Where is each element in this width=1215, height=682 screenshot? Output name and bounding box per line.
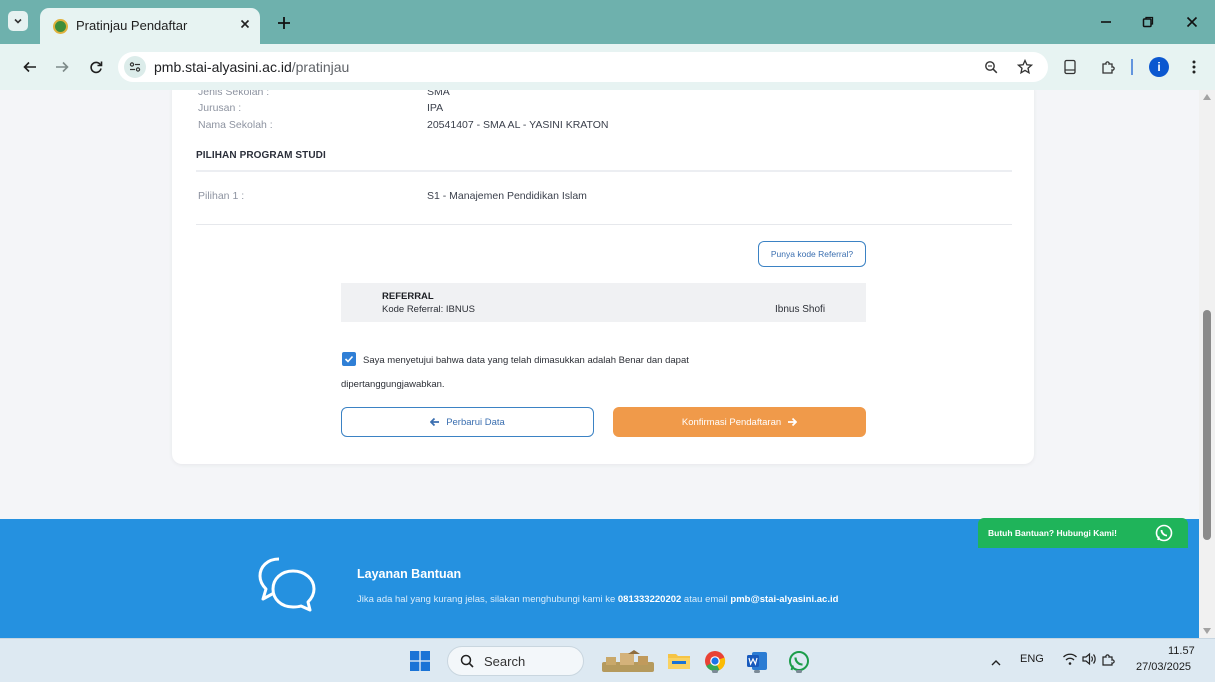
url-path: /pratinjau: [291, 59, 350, 75]
update-data-label: Perbarui Data: [446, 416, 505, 428]
site-info-tune-icon[interactable]: [124, 56, 146, 78]
school-type-label: Jenis Sekolah :: [198, 90, 270, 98]
volume-icon[interactable]: [1081, 651, 1097, 672]
scroll-up-arrow-icon[interactable]: [1203, 94, 1211, 100]
close-window-icon[interactable]: [1180, 12, 1204, 32]
new-tab-plus-icon[interactable]: [274, 13, 294, 33]
checkmark-icon: [344, 355, 354, 363]
help-text-middle: atau email: [681, 594, 731, 605]
confirm-registration-label: Konfirmasi Pendaftaran: [681, 416, 782, 428]
tab-close-icon[interactable]: [236, 15, 254, 33]
word-app-icon[interactable]: [742, 646, 772, 676]
windows-taskbar: Search ENG 11.57 27/03/2025: [0, 638, 1215, 682]
help-text: Jika ada hal yang kurang jelas, silakan …: [357, 594, 838, 605]
language-indicator[interactable]: ENG: [1020, 653, 1044, 665]
browser-toolbar: pmb.stai-alyasini.ac.id/pratinjau i: [0, 44, 1215, 90]
arrow-left-icon: [430, 417, 440, 427]
toolbar-divider: [1131, 59, 1133, 75]
zoom-magnifier-icon[interactable]: [982, 58, 1000, 76]
forward-arrow-icon[interactable]: [52, 57, 72, 77]
school-type-value: SMA: [427, 90, 450, 98]
whatsapp-help-widget[interactable]: Butuh Bantuan? Hubungi Kami!: [978, 518, 1188, 548]
file-explorer-icon[interactable]: [664, 646, 694, 676]
url-host: pmb.stai-alyasini.ac.id: [154, 59, 292, 75]
page-viewport: Jenis Sekolah : SMA Jurusan : IPA Nama S…: [0, 90, 1199, 638]
program-section-title: PILIHAN PROGRAM STUDI: [196, 150, 326, 161]
browser-tab-strip: Pratinjau Pendaftar: [0, 0, 1215, 44]
reading-mode-icon[interactable]: [1060, 57, 1080, 77]
arrow-right-icon: [788, 417, 798, 427]
tab-search-chevron-icon[interactable]: [8, 11, 28, 31]
referral-code-button[interactable]: Punya kode Referral?: [758, 241, 866, 267]
extensions-puzzle-icon[interactable]: [1098, 57, 1118, 77]
agreement-checkbox[interactable]: [342, 352, 356, 366]
help-title: Layanan Bantuan: [357, 567, 462, 581]
profile-avatar[interactable]: i: [1149, 57, 1169, 77]
more-menu-kebab-icon[interactable]: [1184, 57, 1204, 77]
page-scrollbar[interactable]: [1199, 90, 1215, 638]
chrome-running-indicator: [712, 670, 718, 673]
chrome-app-icon[interactable]: [700, 646, 730, 676]
tab-title: Pratinjau Pendaftar: [76, 18, 188, 33]
referral-info-box: REFERRAL Kode Referral: IBNUS Ibnus Shof…: [341, 283, 866, 322]
school-name-value: 20541407 - SMA AL - YASINI KRATON: [427, 119, 609, 131]
program-choice-label: Pilihan 1 :: [198, 190, 245, 202]
registration-preview-card: Jenis Sekolah : SMA Jurusan : IPA Nama S…: [172, 90, 1034, 464]
whatsapp-help-label: Butuh Bantuan? Hubungi Kami!: [988, 528, 1117, 538]
address-bar[interactable]: pmb.stai-alyasini.ac.id/pratinjau: [118, 52, 1048, 82]
back-arrow-icon[interactable]: [20, 57, 40, 77]
whatsapp-icon: [1155, 524, 1173, 542]
content-divider: [196, 224, 1012, 225]
reload-icon[interactable]: [86, 57, 106, 77]
referral-title: REFERRAL: [382, 291, 434, 302]
referral-name: Ibnus Shofi: [775, 304, 826, 315]
search-icon: [460, 654, 474, 668]
bookmark-star-icon[interactable]: [1016, 58, 1034, 76]
update-data-button[interactable]: Perbarui Data: [341, 407, 594, 437]
chat-bubbles-icon: [258, 557, 316, 612]
url-text: pmb.stai-alyasini.ac.id/pratinjau: [154, 59, 349, 75]
agreement-text-line2: dipertanggungjawabkan.: [341, 379, 445, 390]
taskbar-search-box[interactable]: Search: [447, 646, 584, 676]
major-value: IPA: [427, 102, 444, 114]
help-text-prefix: Jika ada hal yang kurang jelas, silakan …: [357, 594, 618, 605]
whatsapp-running-indicator: [796, 670, 802, 673]
confirm-registration-button[interactable]: Konfirmasi Pendaftaran: [613, 407, 866, 437]
major-label: Jurusan :: [198, 102, 242, 114]
windows-start-icon[interactable]: [410, 651, 430, 671]
section-divider: [196, 170, 1012, 172]
clock-time[interactable]: 11.57: [1168, 645, 1195, 657]
tray-chevron-up-icon[interactable]: [991, 654, 1001, 672]
help-phone[interactable]: 081333220202: [618, 594, 681, 605]
widgets-landscape-icon[interactable]: [600, 646, 656, 676]
whatsapp-app-icon[interactable]: [784, 646, 814, 676]
taskbar-search-label: Search: [484, 654, 526, 669]
word-running-indicator: [754, 670, 760, 673]
browser-tab-active[interactable]: Pratinjau Pendaftar: [40, 8, 260, 44]
scroll-down-arrow-icon[interactable]: [1203, 628, 1211, 634]
restore-window-icon[interactable]: [1136, 12, 1160, 32]
scroll-thumb[interactable]: [1203, 310, 1211, 540]
referral-code: Kode Referral: IBNUS: [382, 304, 475, 315]
battery-plug-icon[interactable]: [1100, 651, 1116, 672]
wifi-icon[interactable]: [1062, 651, 1078, 672]
school-name-label: Nama Sekolah :: [198, 119, 273, 131]
minimize-window-icon[interactable]: [1094, 12, 1118, 32]
agreement-text-line1: Saya menyetujui bahwa data yang telah di…: [363, 355, 689, 366]
help-email[interactable]: pmb@stai-alyasini.ac.id: [730, 594, 838, 605]
program-choice-value: S1 - Manajemen Pendidikan Islam: [427, 190, 587, 202]
clock-date[interactable]: 27/03/2025: [1136, 661, 1191, 673]
site-logo-favicon-icon: [53, 19, 68, 34]
